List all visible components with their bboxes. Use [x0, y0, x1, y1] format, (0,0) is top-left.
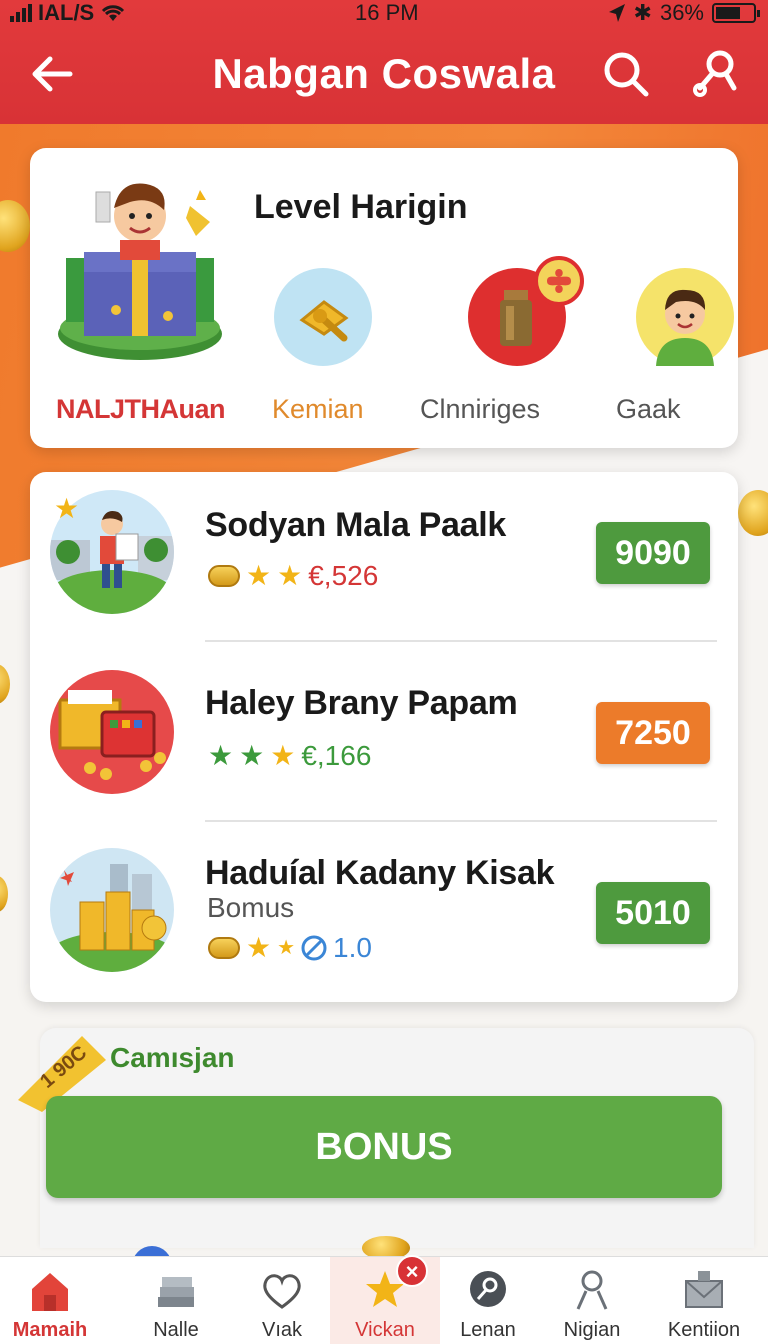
clock: 16 PM [355, 0, 419, 25]
search-circle-icon [470, 1271, 506, 1307]
tab-label: Vickan [355, 1319, 415, 1341]
avatar-icon [636, 268, 734, 366]
campaign-label: Camısjan [110, 1042, 235, 1073]
score-badge[interactable]: 5010 [596, 882, 710, 944]
score-badge[interactable]: 9090 [596, 522, 710, 584]
category-kemian[interactable] [248, 268, 398, 366]
score-badge[interactable]: 7250 [596, 702, 710, 764]
offer-amount: 1.0 [333, 932, 372, 963]
offer-meta: ★ ★ ★ €,166 [208, 740, 371, 772]
battery-icon [712, 3, 760, 23]
star-icon: ★ [277, 560, 303, 591]
signal-icon [10, 4, 32, 22]
bottom-tab-bar: Mamaih Nalle Vıak × Vickan Lenan Nigian … [0, 1255, 768, 1344]
offer-amount: €,526 [308, 560, 379, 591]
offer-amount: €,166 [301, 740, 372, 771]
list-item[interactable]: Haley Brany Papam ★ ★ ★ €,166 7250 [30, 652, 738, 822]
offer-name: Haduíal Kadany Kisak [205, 854, 555, 892]
user-icon [576, 1270, 608, 1310]
category-label-clnniriges[interactable]: Clnniriges [420, 394, 540, 425]
tab-nalle[interactable]: Nalle [126, 1257, 226, 1344]
mail-icon [685, 1271, 723, 1308]
level-card: Level Harigin NALJTHAuan Kemian Clnnirig… [30, 148, 738, 448]
list-item[interactable]: ★ Sodyan Mala Paalk ★ ★ €,526 9090 [30, 472, 738, 642]
category-label-naljthauan[interactable]: NALJTHAuan [56, 394, 226, 425]
star-icon: ★ [246, 932, 272, 963]
star-icon: ★ [246, 560, 272, 591]
app-header: IAL/S 16 PM ✱ 36% Nabgan Coswala [0, 0, 768, 124]
tab-label: Nalle [153, 1319, 199, 1341]
heart-icon [263, 1274, 301, 1309]
coin-stack-icon [50, 848, 174, 972]
offer-name: Haley Brany Papam [205, 684, 518, 722]
close-badge-icon[interactable]: × [396, 1255, 428, 1287]
star-icon: ★ [270, 740, 296, 771]
slot-machine-icon [50, 670, 174, 794]
carrier-group: IAL/S [10, 0, 126, 26]
gift-character-icon [58, 183, 222, 360]
carrier-name: IAL/S [38, 0, 95, 25]
category-label-kemian[interactable]: Kemian [272, 394, 364, 425]
tab-lenan[interactable]: Lenan [438, 1257, 538, 1344]
no-sign-icon [301, 935, 327, 961]
home-icon [32, 1273, 68, 1311]
status-bar: IAL/S 16 PM ✱ 36% [0, 0, 768, 28]
coin-icon [208, 565, 240, 587]
tab-mamaih[interactable]: Mamaih [0, 1257, 100, 1344]
tab-label: Nigian [563, 1319, 621, 1341]
category-label-gaak[interactable]: Gaak [616, 394, 681, 425]
tab-label: Lenan [460, 1319, 516, 1341]
green-star-icon: ★ [239, 740, 265, 771]
level-title: Level Harigin [254, 188, 468, 226]
bottle-badge-icon [468, 256, 584, 366]
bluetooth-icon: ✱ [633, 0, 652, 25]
stack-icon [158, 1277, 194, 1307]
wifi-icon [102, 5, 125, 21]
star-icon: ★ [54, 493, 80, 524]
location-icon [608, 4, 625, 22]
battery-percent: 36% [659, 0, 704, 25]
offer-meta: ★ ★ 1.0 [208, 932, 372, 964]
list-item[interactable]: Haduíal Kadany Kisak Bomus ★ ★ 1.0 5010 [30, 832, 738, 1002]
divider [205, 640, 717, 642]
gold-tool-icon [274, 268, 372, 366]
tab-nigian[interactable]: Nigian [542, 1257, 642, 1344]
star-icon: ★ [277, 937, 296, 959]
tab-vıak[interactable]: Vıak [232, 1257, 332, 1344]
tab-label: Mamaih [12, 1319, 88, 1341]
category-clnniriges[interactable] [442, 256, 592, 366]
status-right: ✱ 36% [608, 0, 760, 26]
badge-icon [534, 256, 584, 306]
offer-subtitle: Bomus [207, 892, 295, 923]
search-icon[interactable] [600, 48, 652, 100]
user-key-icon[interactable] [690, 48, 742, 100]
tab-label: Kentiion [667, 1319, 741, 1341]
offers-card: ★ Sodyan Mala Paalk ★ ★ €,526 9090 Haley… [30, 472, 738, 1002]
green-arrow-star-icon: ★ [208, 740, 234, 771]
category-gaak[interactable] [610, 268, 760, 366]
tab-label: Vıak [261, 1319, 303, 1341]
coin-icon [208, 937, 240, 959]
page-title: Nabgan Coswala [212, 50, 556, 97]
bonus-button[interactable]: BONUS [46, 1096, 722, 1198]
tab-kentiion[interactable]: Kentiion [654, 1257, 754, 1344]
decor-coin [738, 490, 768, 536]
offer-meta: ★ ★ €,526 [208, 560, 378, 592]
tab-vickan[interactable]: × Vickan [330, 1255, 440, 1344]
divider [205, 820, 717, 822]
offer-name: Sodyan Mala Paalk [205, 506, 507, 544]
